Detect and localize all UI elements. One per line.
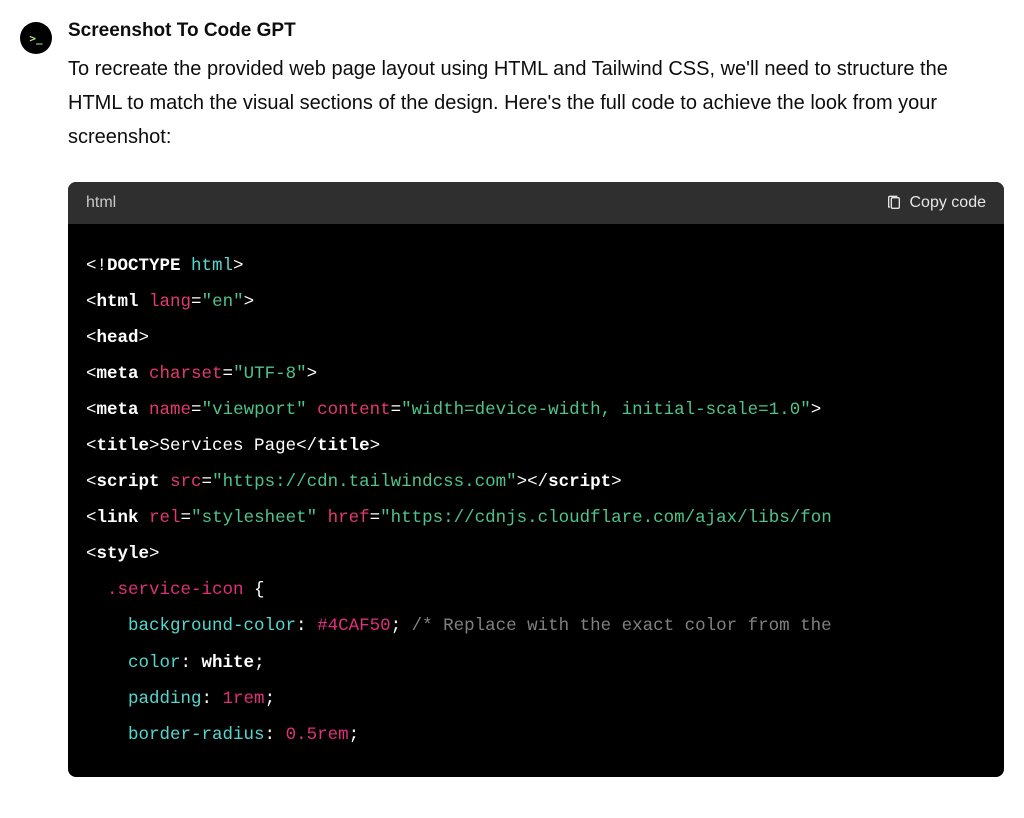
code-token [86,725,128,745]
code-token: style [97,544,150,564]
code-token: < [86,544,97,564]
code-token: "width=device-width, initial-scale=1.0" [401,400,811,420]
clipboard-icon [886,195,902,211]
assistant-message: >_ Screenshot To Code GPT To recreate th… [20,20,1004,777]
code-token: : [181,653,202,673]
code-token: < [86,364,97,384]
code-token: = [191,292,202,312]
code-token: meta [97,364,139,384]
code-token: head [97,328,139,348]
avatar-text: >_ [29,32,42,45]
code-token: /* Replace with the exact color from the [401,616,832,636]
code-token: = [370,508,381,528]
code-token: : [296,616,317,636]
code-token: ; [349,725,360,745]
copy-code-label: Copy code [910,194,987,212]
code-token: ; [254,653,265,673]
code-token: color [128,653,181,673]
code-token: background-color [128,616,296,636]
code-token: charset [139,364,223,384]
code-token: = [202,472,213,492]
code-token: { [244,580,265,600]
message-text: To recreate the provided web page layout… [68,52,1004,154]
code-token: "en" [202,292,244,312]
code-token: .service-icon [107,580,244,600]
code-token: = [223,364,234,384]
code-token: lang [139,292,192,312]
code-token: : [202,689,223,709]
code-token: "viewport" [202,400,307,420]
code-token: < [86,328,97,348]
code-token [86,689,128,709]
code-token: > [307,364,318,384]
code-token: > [149,544,160,564]
code-token: padding [128,689,202,709]
code-token: ; [391,616,402,636]
code-token: : [265,725,286,745]
code-token: script [97,472,160,492]
code-token: 0.5rem [286,725,349,745]
code-token: Services Page [160,436,297,456]
message-content: Screenshot To Code GPT To recreate the p… [68,20,1004,777]
code-token: = [191,400,202,420]
code-token: 1rem [223,689,265,709]
code-token: > [244,292,255,312]
code-token: "https://cdn.tailwindcss.com" [212,472,517,492]
code-token: href [317,508,370,528]
code-token [86,653,128,673]
code-token: = [391,400,402,420]
code-token: DOCTYPE [107,256,181,276]
code-token: #4CAF50 [317,616,391,636]
code-token: < [86,436,97,456]
author-name: Screenshot To Code GPT [68,20,1004,42]
code-token: < [86,508,97,528]
code-token: white [202,653,255,673]
code-token: title [317,436,370,456]
code-token: > [149,436,160,456]
code-token: > [517,472,528,492]
code-header: html Copy code [68,182,1004,224]
avatar: >_ [20,22,52,54]
code-token: <! [86,256,107,276]
code-token: < [86,400,97,420]
code-token: html [97,292,139,312]
code-token: </ [527,472,548,492]
code-token: src [160,472,202,492]
code-token: html [181,256,234,276]
code-token: "stylesheet" [191,508,317,528]
code-token: </ [296,436,317,456]
code-token: > [370,436,381,456]
code-token: > [233,256,244,276]
code-token: "https://cdnjs.cloudflare.com/ajax/libs/… [380,508,832,528]
code-token [86,580,107,600]
code-token: < [86,472,97,492]
code-token: rel [139,508,181,528]
code-token: script [548,472,611,492]
code-token: border-radius [128,725,265,745]
code-token: < [86,292,97,312]
code-body[interactable]: <!DOCTYPE html> <html lang="en"> <head> … [68,224,1004,777]
code-token [86,616,128,636]
code-token: > [811,400,822,420]
code-token: name [139,400,192,420]
code-language-label: html [86,194,116,212]
copy-code-button[interactable]: Copy code [886,194,987,212]
code-token: meta [97,400,139,420]
code-token: > [139,328,150,348]
code-token: > [611,472,622,492]
code-token: title [97,436,150,456]
code-token: ; [265,689,276,709]
code-token: = [181,508,192,528]
code-token: "UTF-8" [233,364,307,384]
code-token: content [307,400,391,420]
code-token: link [97,508,139,528]
code-block: html Copy code <!DOCTYPE html> <html lan… [68,182,1004,777]
